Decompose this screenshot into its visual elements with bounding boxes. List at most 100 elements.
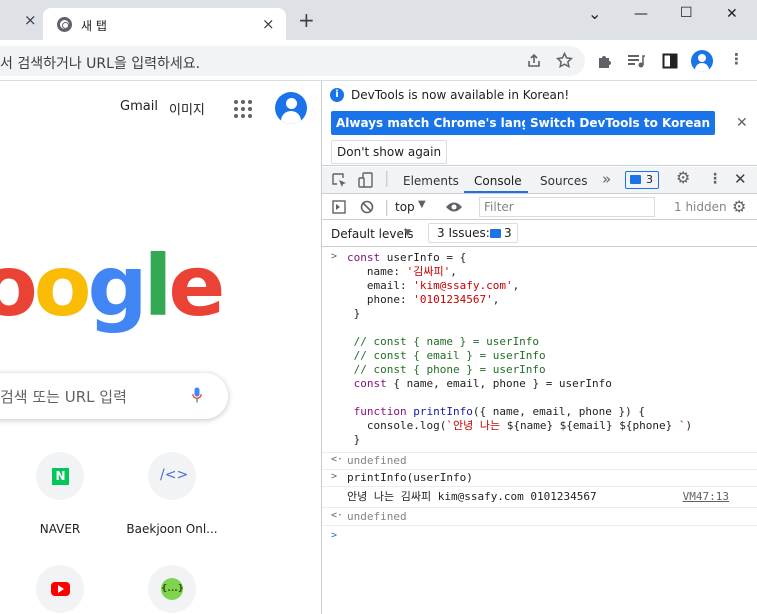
- console-settings-gear-icon[interactable]: ⚙: [732, 197, 746, 216]
- shortcut-code[interactable]: {...}: [117, 565, 227, 613]
- minimize-button[interactable]: —: [634, 6, 648, 22]
- console-log-entry: 안녕 나는 김싸피 kim@ssafy.com 0101234567 VM47:…: [322, 487, 757, 508]
- logo-letter: e: [168, 237, 225, 335]
- tab-search-chevron-icon[interactable]: ⌄: [588, 4, 601, 23]
- shortcut-label: NAVER: [39, 522, 81, 536]
- dont-show-again-button[interactable]: Don't show again: [331, 140, 448, 164]
- input-chevron-icon: >: [331, 251, 338, 262]
- person-body: [281, 111, 301, 124]
- close-icon[interactable]: ×: [262, 17, 275, 32]
- microphone-icon[interactable]: [192, 387, 202, 403]
- browser-toolbar: 서 검색하거나 URL을 입력하세요. ⋮: [0, 40, 757, 81]
- messages-badge[interactable]: 3: [625, 171, 659, 189]
- issues-count: 3: [504, 226, 512, 240]
- address-bar-placeholder: 서 검색하거나 URL을 입력하세요.: [0, 56, 201, 72]
- shortcut-label: Baekjoon Onl...: [126, 522, 218, 536]
- device-toolbar-icon[interactable]: [358, 172, 374, 188]
- tab-sources[interactable]: Sources: [540, 174, 587, 188]
- dropdown-triangle-icon[interactable]: ▼: [418, 199, 426, 210]
- info-icon: i: [330, 88, 344, 102]
- divider: |: [384, 168, 390, 187]
- result-arrow-icon: <·: [331, 510, 344, 521]
- code-line: const { name, email, phone } = userInfo: [353, 377, 612, 390]
- code-braces-icon: {...}: [161, 578, 184, 600]
- close-icon[interactable]: ✕: [736, 115, 748, 131]
- tab-new-tab[interactable]: 새 탭 ×: [43, 8, 286, 40]
- close-icon[interactable]: ×: [24, 13, 37, 28]
- side-panel-icon[interactable]: [662, 53, 678, 69]
- more-options-icon[interactable]: ⋮: [708, 171, 722, 187]
- switch-to-korean-button[interactable]: Switch DevTools to Korean: [525, 111, 716, 135]
- result-arrow-icon: <·: [331, 454, 344, 465]
- context-selector[interactable]: top: [395, 200, 415, 214]
- eye-icon[interactable]: [445, 201, 463, 213]
- console-result-entry: <· undefined: [322, 508, 757, 526]
- window-close-button[interactable]: ✕: [726, 6, 738, 22]
- ntp-search-placeholder: 검색 또는 URL 입력: [0, 388, 127, 406]
- gmail-link[interactable]: Gmail: [120, 99, 158, 114]
- settings-gear-icon[interactable]: ⚙: [676, 170, 690, 186]
- person-body: [695, 63, 709, 72]
- logo-letter: l: [143, 237, 173, 335]
- issues-button[interactable]: 3 Issues: 3: [428, 223, 518, 243]
- code-line: function printInfo({ name, email, phone …: [353, 405, 646, 418]
- extensions-puzzle-icon[interactable]: [597, 53, 613, 69]
- logo-letter: o: [0, 237, 38, 335]
- star-bookmark-icon[interactable]: [556, 52, 573, 69]
- code-line: const userInfo = {: [347, 251, 467, 264]
- tab-elements[interactable]: Elements: [403, 174, 459, 188]
- result-value: undefined: [347, 510, 407, 523]
- shortcut-baekjoon[interactable]: /<> Baekjoon Onl...: [117, 452, 227, 536]
- media-playlist-icon[interactable]: [627, 53, 645, 69]
- more-menu-icon[interactable]: ⋮: [729, 50, 744, 68]
- input-chevron-icon: >: [331, 471, 338, 482]
- console-input-entry[interactable]: > const userInfo = { name: '김싸피', email:…: [322, 247, 757, 453]
- show-sidebar-icon[interactable]: [332, 200, 346, 214]
- profile-avatar[interactable]: [691, 50, 713, 72]
- console-output[interactable]: > const userInfo = { name: '김싸피', email:…: [322, 247, 757, 614]
- images-link[interactable]: 이미지: [169, 99, 205, 118]
- result-value: undefined: [347, 454, 407, 467]
- more-tabs-chevron-icon[interactable]: »: [602, 171, 611, 187]
- chrome-icon: [57, 17, 72, 32]
- maximize-button[interactable]: ☐: [680, 5, 693, 21]
- google-apps-icon[interactable]: [234, 100, 252, 118]
- address-bar[interactable]: 서 검색하거나 URL을 입력하세요.: [0, 46, 585, 76]
- google-account-avatar[interactable]: [275, 92, 307, 124]
- prompt-chevron-icon: >: [331, 530, 338, 541]
- hidden-count: 1 hidden: [674, 200, 727, 214]
- share-icon[interactable]: [526, 53, 542, 69]
- shortcut-youtube[interactable]: [5, 565, 115, 613]
- shortcut-tile: {...}: [148, 565, 196, 613]
- youtube-icon: [51, 582, 70, 596]
- console-prompt[interactable]: >: [322, 526, 757, 548]
- tab-console[interactable]: Console: [474, 174, 522, 188]
- issues-label: 3 Issues:: [437, 226, 490, 240]
- shortcut-tile: /<>: [148, 452, 196, 500]
- code-line: phone: '0101234567',: [366, 293, 500, 306]
- tab-title: 새 탭: [81, 19, 107, 33]
- console-levels-bar: Default levels ▼ 3 Issues: 3: [322, 220, 757, 247]
- new-tab-button[interactable]: +: [298, 10, 315, 30]
- console-filter-input[interactable]: Filter: [479, 197, 655, 217]
- person-icon: [286, 98, 297, 109]
- ntp-search-box[interactable]: 검색 또는 URL 입력: [0, 373, 228, 419]
- code-line: // const { name } = userInfo: [347, 335, 540, 348]
- code-line: // const { phone } = userInfo: [347, 363, 546, 376]
- code-line: name: '김싸피',: [366, 265, 457, 278]
- console-input-entry[interactable]: > printInfo(userInfo): [322, 470, 757, 487]
- code-line: // const { email } = userInfo: [347, 349, 546, 362]
- message-icon: [630, 175, 641, 184]
- source-link[interactable]: VM47:13: [683, 490, 729, 503]
- inspect-element-icon[interactable]: [332, 173, 347, 188]
- code-line: printInfo(userInfo): [347, 471, 473, 484]
- message-icon: [490, 229, 501, 238]
- code-line: }: [347, 433, 361, 446]
- console-result-entry: <· undefined: [322, 453, 757, 470]
- shortcut-naver[interactable]: N NAVER: [5, 452, 115, 536]
- dropdown-triangle-icon[interactable]: ▼: [404, 228, 411, 238]
- close-devtools-icon[interactable]: ✕: [734, 171, 747, 187]
- code-line: console.log(`안녕 나는 ${name} ${email} ${ph…: [347, 419, 693, 432]
- log-levels-dropdown[interactable]: Default levels: [331, 227, 413, 241]
- clear-console-icon[interactable]: [360, 200, 374, 214]
